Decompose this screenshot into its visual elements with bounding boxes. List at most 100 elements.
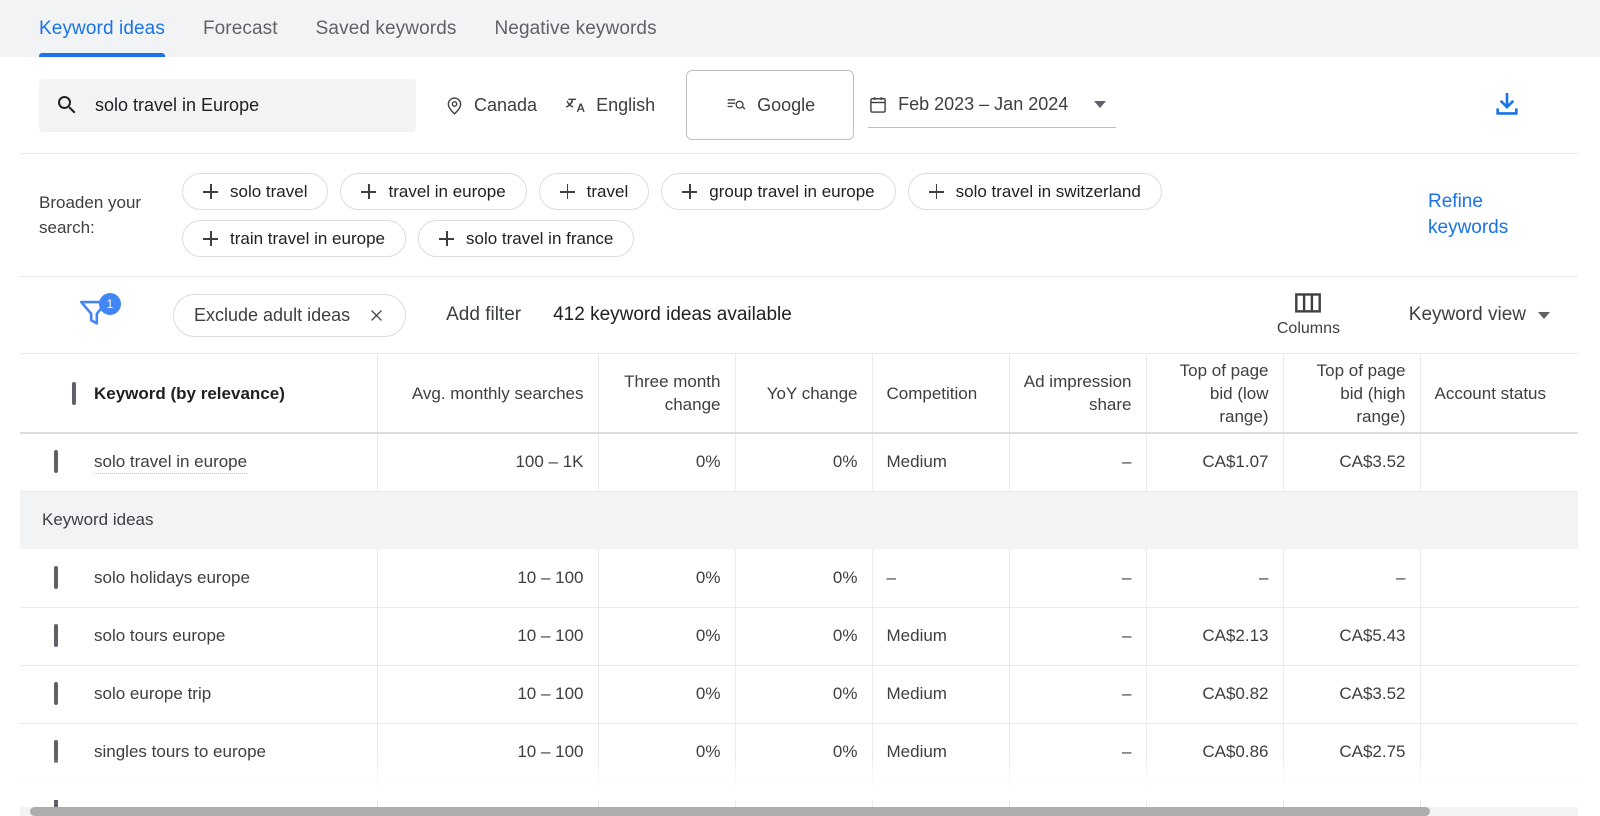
- horizontal-scrollbar[interactable]: [20, 807, 1578, 816]
- row-checkbox[interactable]: [54, 450, 58, 474]
- cell-bid-low: CA$1.07: [1146, 433, 1284, 492]
- cell-three-month-change: 0%: [598, 549, 736, 608]
- column-header-top-of-page-bid-high[interactable]: Top of page bid (high range): [1283, 354, 1421, 434]
- column-header-ad-impression-share[interactable]: Ad impression share: [1009, 354, 1147, 434]
- search-query-text: solo travel in Europe: [95, 94, 260, 115]
- keyword-table-container: Keyword (by relevance) Avg. monthly sear…: [20, 353, 1578, 808]
- cell-three-month-change: 0%: [598, 665, 736, 724]
- table-row-seed-keyword[interactable]: solo travel in europe 100 – 1K 0% 0% Med…: [20, 433, 1578, 492]
- cell-yoy-change: 0%: [735, 723, 873, 782]
- chip-label: solo travel in switzerland: [955, 181, 1141, 201]
- plus-icon: [438, 231, 454, 246]
- scrollbar-thumb[interactable]: [30, 807, 1430, 816]
- cell-yoy-change: 0%: [735, 665, 873, 724]
- cell-keyword: singles tours to europe: [94, 723, 378, 782]
- cell-keyword: solo europe trip: [94, 665, 378, 724]
- search-input[interactable]: solo travel in Europe: [39, 78, 416, 132]
- search-icon: [58, 96, 76, 114]
- cell-bid-high: [1283, 781, 1421, 808]
- cell-account-status: [1420, 723, 1578, 782]
- broaden-chip[interactable]: train travel in europe: [182, 220, 406, 257]
- row-checkbox[interactable]: [54, 624, 58, 647]
- table-row[interactable]: solo tours europe 10 – 100 0% 0% Medium …: [20, 607, 1578, 666]
- cell-three-month-change: [598, 781, 736, 808]
- column-header-keyword[interactable]: Keyword (by relevance): [94, 354, 378, 434]
- cell-account-status: [1420, 665, 1578, 724]
- broaden-chip[interactable]: group travel in europe: [661, 173, 896, 210]
- tab-negative-keywords[interactable]: Negative keywords: [475, 0, 675, 57]
- tab-label: Negative keywords: [494, 17, 657, 39]
- broaden-chip[interactable]: travel in europe: [340, 173, 527, 210]
- remove-filter-button[interactable]: [368, 307, 385, 324]
- download-button[interactable]: [1491, 89, 1523, 121]
- view-selector[interactable]: Keyword view: [1409, 304, 1550, 326]
- refine-keywords-link[interactable]: Refine keywords: [1428, 189, 1533, 241]
- calendar-icon: [870, 96, 886, 113]
- cell-competition: Medium: [872, 665, 1010, 724]
- broaden-search-label: Broaden your search:: [39, 193, 142, 237]
- available-ideas-count: 412 keyword ideas available: [553, 304, 792, 325]
- tab-label: Keyword ideas: [39, 17, 165, 39]
- table-row[interactable]: singles tours to europe 10 – 100 0% 0% M…: [20, 723, 1578, 782]
- broaden-chip[interactable]: solo travel in france: [417, 220, 635, 257]
- table-row[interactable]: solo europe trip 10 – 100 0% 0% Medium –…: [20, 665, 1578, 724]
- column-header-competition[interactable]: Competition: [872, 354, 1010, 434]
- table-row-partial[interactable]: [20, 781, 1578, 808]
- broaden-chip-list: solo travel travel in europe travel grou…: [147, 173, 1347, 257]
- tab-forecast[interactable]: Forecast: [184, 0, 297, 57]
- date-range-selector[interactable]: Feb 2023 – Jan 2024: [868, 82, 1117, 128]
- column-header-three-month-change[interactable]: Three month change: [598, 354, 736, 434]
- translate-icon: [565, 98, 585, 112]
- cell-account-status: [1420, 549, 1578, 608]
- cell-three-month-change: 0%: [598, 607, 736, 666]
- column-header-top-of-page-bid-low[interactable]: Top of page bid (low range): [1146, 354, 1284, 434]
- active-filter-chip[interactable]: Exclude adult ideas: [173, 293, 407, 337]
- network-search-icon: [727, 99, 746, 110]
- row-select-cell: [20, 723, 94, 782]
- select-all-header: [20, 354, 94, 434]
- filter-button[interactable]: 1: [77, 293, 121, 335]
- chip-label: solo travel: [230, 181, 308, 201]
- keyword-text[interactable]: solo tours europe: [94, 626, 225, 645]
- chip-label: travel in europe: [388, 181, 506, 201]
- keyword-text[interactable]: solo holidays europe: [94, 568, 250, 587]
- cell-competition: Medium: [872, 723, 1010, 782]
- cell-avg-monthly-searches: [377, 781, 599, 808]
- row-select-cell: [20, 781, 94, 808]
- broaden-chip[interactable]: solo travel in switzerland: [907, 173, 1162, 210]
- select-all-checkbox[interactable]: [72, 381, 76, 405]
- broaden-chip[interactable]: solo travel: [182, 173, 329, 210]
- column-header-yoy-change[interactable]: YoY change: [735, 354, 873, 434]
- tab-keyword-ideas[interactable]: Keyword ideas: [39, 0, 184, 57]
- column-header-account-status[interactable]: Account status: [1420, 354, 1578, 434]
- columns-button[interactable]: Columns: [1277, 292, 1340, 338]
- tab-saved-keywords[interactable]: Saved keywords: [297, 0, 476, 57]
- location-label: Canada: [474, 94, 538, 115]
- broaden-chip[interactable]: travel: [538, 173, 650, 210]
- table-header: Keyword (by relevance) Avg. monthly sear…: [20, 354, 1578, 434]
- keyword-text[interactable]: solo travel in europe: [94, 452, 248, 475]
- cell-yoy-change: 0%: [735, 433, 873, 492]
- keyword-text[interactable]: solo europe trip: [94, 684, 211, 703]
- cell-yoy-change: 0%: [735, 607, 873, 666]
- language-selector[interactable]: English: [565, 94, 655, 116]
- close-icon: [371, 309, 383, 321]
- table-header-row: Keyword (by relevance) Avg. monthly sear…: [20, 354, 1578, 434]
- cell-ad-impression-share: –: [1009, 607, 1147, 666]
- cell-bid-low: [1146, 781, 1284, 808]
- cell-ad-impression-share: [1009, 781, 1147, 808]
- tab-bar: Keyword ideas Forecast Saved keywords Ne…: [0, 0, 1600, 57]
- column-header-avg-monthly-searches[interactable]: Avg. monthly searches: [377, 354, 599, 434]
- cell-bid-high: CA$2.75: [1283, 723, 1421, 782]
- location-selector[interactable]: Canada: [444, 95, 537, 116]
- table-row[interactable]: solo holidays europe 10 – 100 0% 0% – – …: [20, 549, 1578, 608]
- cell-bid-high: CA$3.52: [1283, 433, 1421, 492]
- columns-icon: [1295, 293, 1322, 313]
- network-selector[interactable]: Google: [686, 70, 855, 140]
- add-filter-button[interactable]: Add filter: [446, 304, 521, 326]
- location-pin-icon: [447, 96, 462, 115]
- row-checkbox[interactable]: [54, 740, 58, 763]
- row-checkbox[interactable]: [54, 565, 58, 589]
- row-checkbox[interactable]: [54, 682, 58, 705]
- keyword-text[interactable]: singles tours to europe: [94, 742, 266, 761]
